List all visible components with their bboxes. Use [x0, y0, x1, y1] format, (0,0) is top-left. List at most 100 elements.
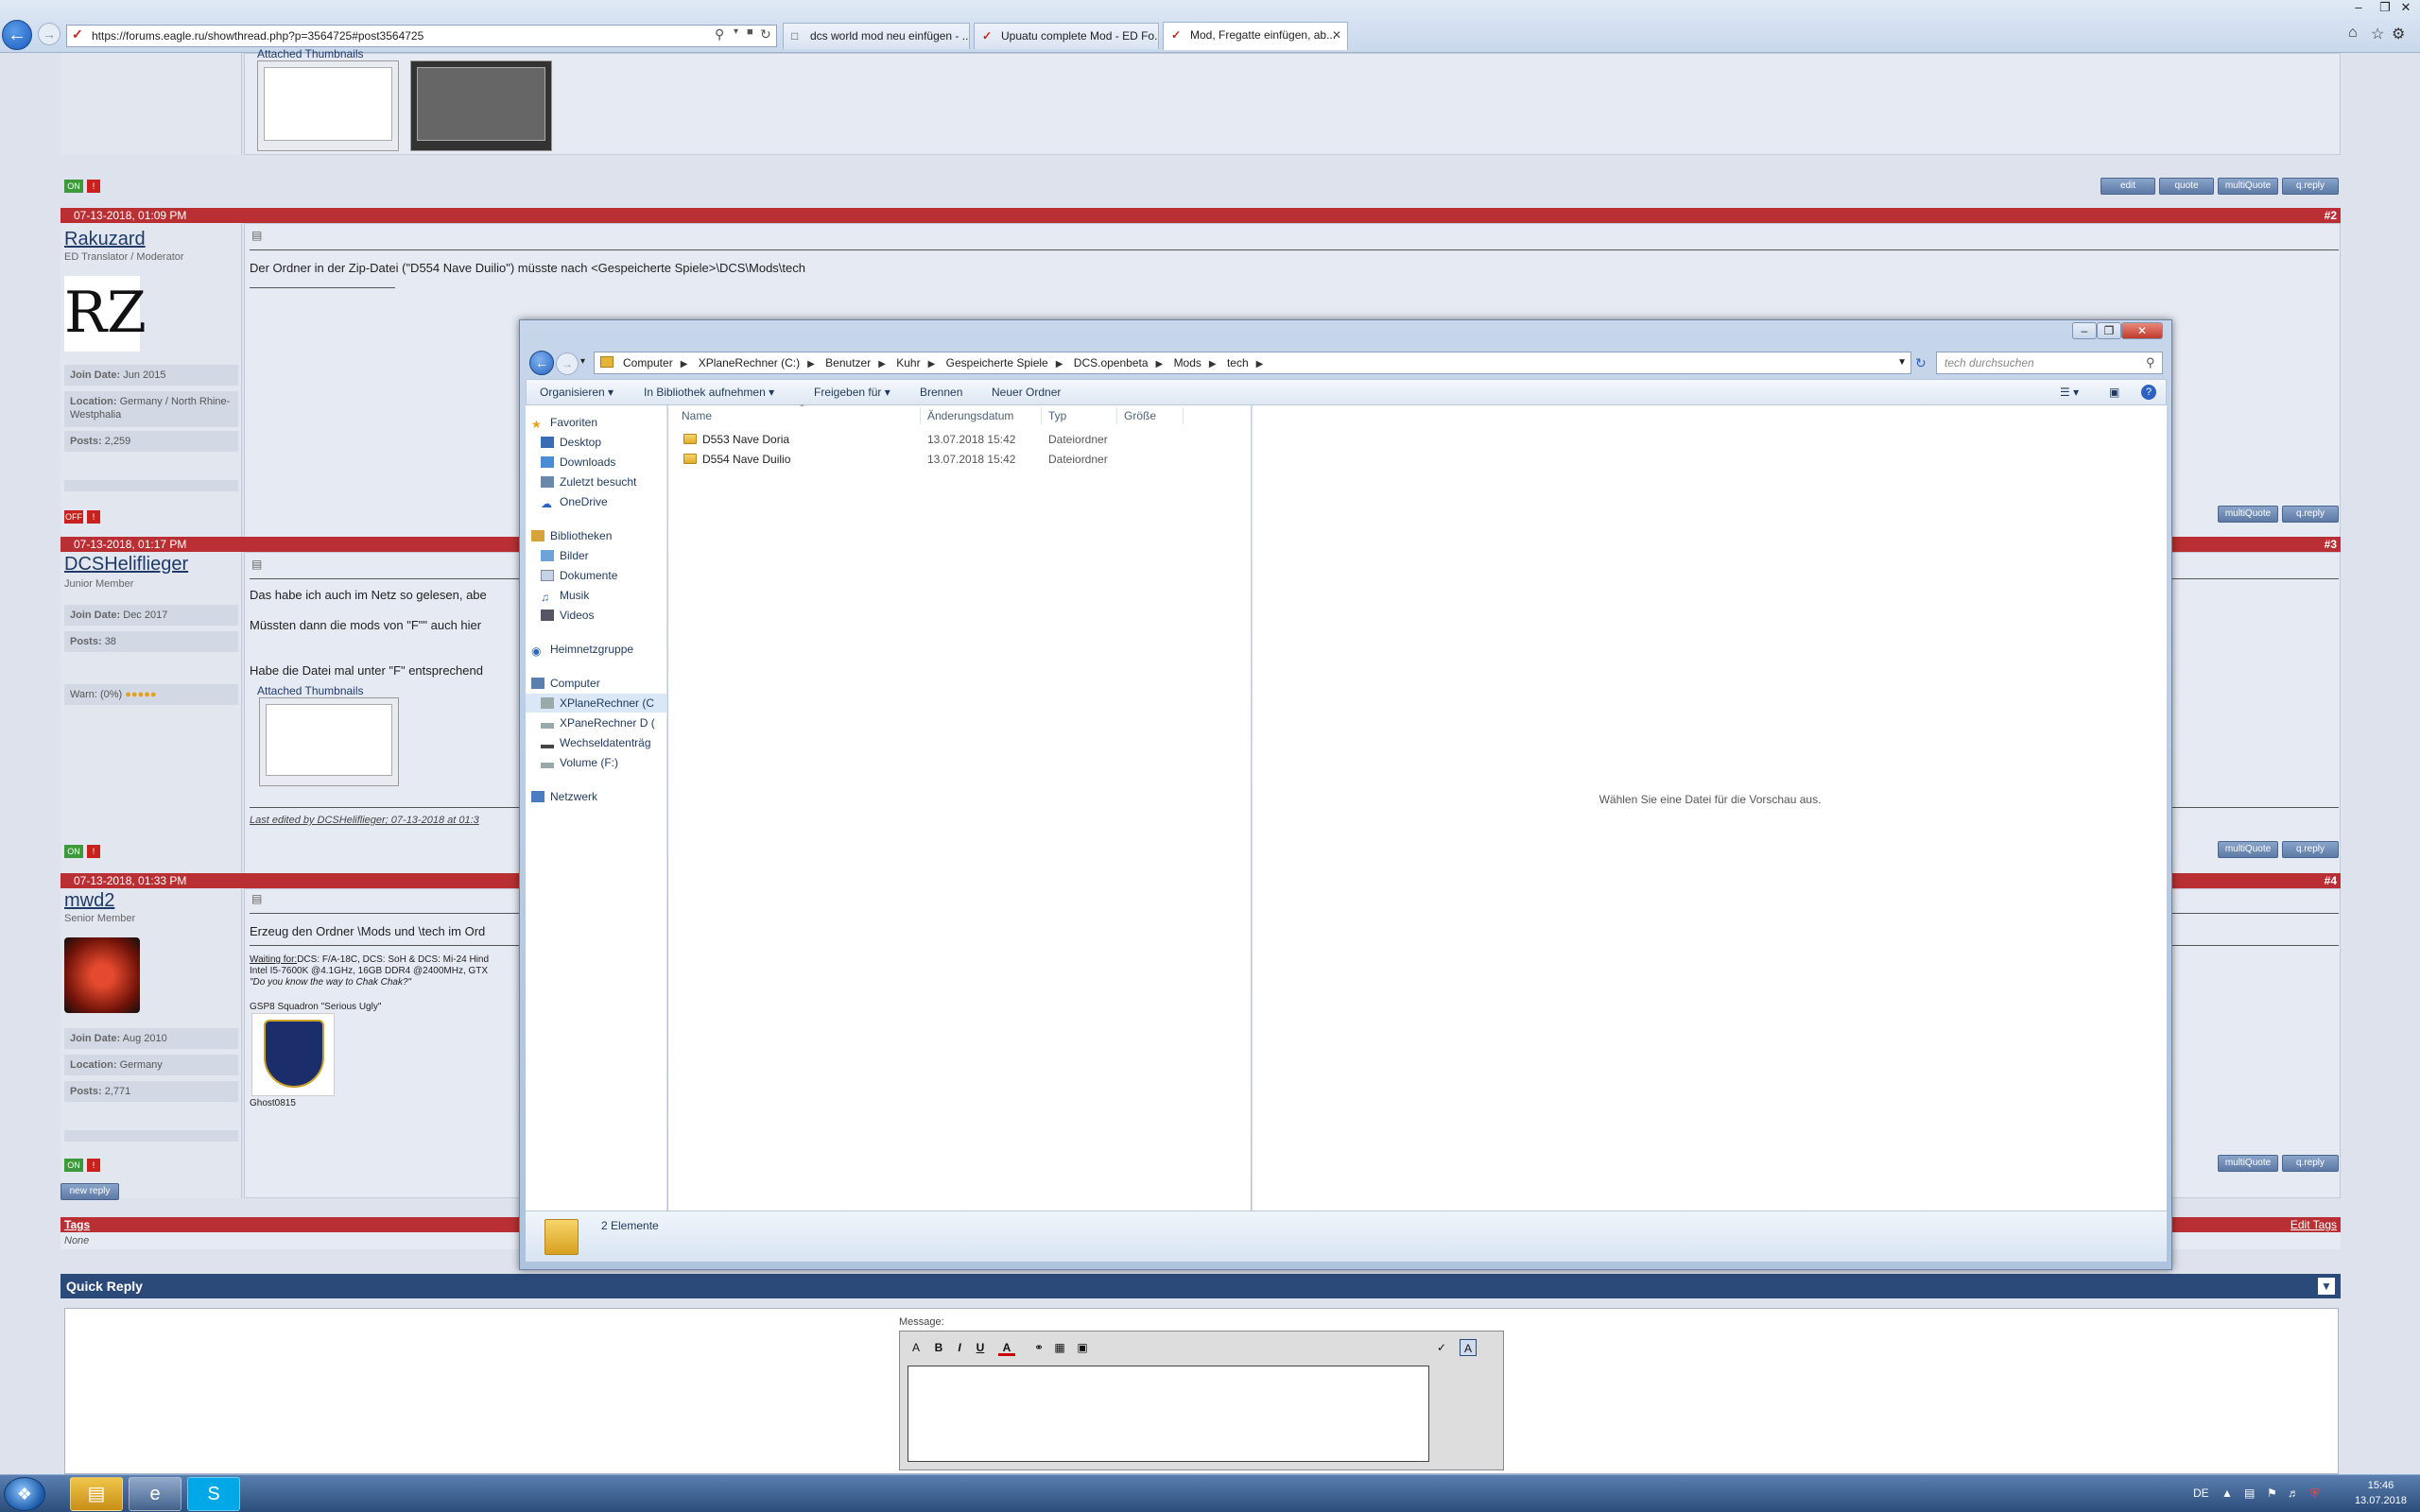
multiquote-button[interactable]: multiQuote [2218, 506, 2278, 523]
report-icon[interactable]: ! [87, 1159, 100, 1172]
preview-pane-icon[interactable]: ▣ [2109, 386, 2119, 399]
clock[interactable]: 15:46 13.07.2018 [2355, 1478, 2407, 1508]
image-icon[interactable]: ▦ [1051, 1339, 1068, 1356]
home-icon[interactable]: ⌂ [2348, 25, 2358, 42]
post-number[interactable]: #2 [2325, 208, 2337, 223]
security-shield-icon[interactable]: ⛨ [2310, 1486, 2319, 1501]
nav-music[interactable]: ♫ Musik [526, 586, 666, 605]
search-input[interactable]: tech durchsuchen [1936, 352, 2163, 374]
switch-editor-icon[interactable]: A [1460, 1339, 1477, 1356]
report-icon[interactable]: ! [87, 180, 100, 193]
column-name[interactable]: Name [682, 409, 712, 422]
column-size[interactable]: Größe [1124, 409, 1156, 422]
quick-reply-button[interactable]: q.reply [2282, 506, 2339, 523]
view-options-icon[interactable]: ☰ ▾ [2060, 386, 2079, 399]
new-folder-button[interactable]: Neuer Ordner [992, 386, 1061, 399]
minimize-icon[interactable]: – [2072, 322, 2097, 339]
favorites-star-icon[interactable]: ☆ [2371, 25, 2384, 43]
multiquote-button[interactable]: multiQuote [2218, 1155, 2278, 1172]
burn-button[interactable]: Brennen [920, 386, 962, 399]
close-icon[interactable]: ✕ [2121, 322, 2163, 339]
internet-explorer-icon[interactable]: e [129, 1477, 182, 1511]
remove-format-icon[interactable]: A [908, 1339, 925, 1356]
network-tray-icon[interactable]: ▤ [2244, 1486, 2255, 1500]
search-icon[interactable]: ⚲ [2146, 355, 2155, 370]
lock-icon[interactable]: ■ [747, 26, 753, 38]
back-button[interactable]: ← [529, 351, 554, 375]
nav-documents[interactable]: Dokumente [526, 566, 666, 585]
refresh-icon[interactable]: ↻ [1915, 355, 1927, 371]
font-color-icon[interactable]: A [998, 1339, 1015, 1356]
new-reply-button[interactable]: new reply [60, 1183, 119, 1200]
file-row[interactable]: D554 Nave Duilio 13.07.2018 15:42 Dateio… [668, 450, 1251, 469]
avatar[interactable] [64, 937, 140, 1013]
start-button[interactable]: ❖ [4, 1477, 45, 1511]
breadcrumb-item[interactable]: XPlaneRechner (C:) [699, 356, 800, 369]
edit-button[interactable]: edit [2100, 178, 2155, 195]
link-icon[interactable]: ⚭ [1030, 1339, 1047, 1356]
nav-recent[interactable]: Zuletzt besucht [526, 472, 666, 491]
nav-removable[interactable]: Wechseldatenträg [526, 733, 666, 752]
nav-onedrive[interactable]: ☁ OneDrive [526, 492, 666, 511]
breadcrumb-item[interactable]: Gespeicherte Spiele [946, 356, 1048, 369]
close-tab-icon[interactable]: ✕ [1332, 23, 1341, 47]
nav-videos[interactable]: Videos [526, 606, 666, 625]
minimize-icon[interactable]: – [2344, 0, 2373, 17]
report-icon[interactable]: ! [87, 845, 100, 858]
quick-reply-button[interactable]: q.reply [2282, 841, 2339, 858]
italic-icon[interactable]: I [951, 1339, 968, 1356]
browser-tab-1[interactable]: □ dcs world mod neu einfügen - ... [783, 23, 970, 49]
dropdown-icon[interactable]: ▾ [734, 26, 738, 37]
nav-pictures[interactable]: Bilder [526, 546, 666, 565]
nav-downloads[interactable]: Downloads [526, 453, 666, 472]
language-indicator[interactable]: DE [2193, 1486, 2209, 1500]
browser-tab-active[interactable]: ✓ Mod, Fregatte einfügen, ab... ✕ [1163, 22, 1348, 50]
username-link[interactable]: DCSHeliflieger [64, 554, 188, 576]
message-textarea[interactable] [908, 1366, 1429, 1462]
column-type[interactable]: Typ [1048, 409, 1066, 422]
nav-drive-d[interactable]: XPaneRechner D ( [526, 713, 666, 732]
skype-icon[interactable]: S [187, 1477, 240, 1511]
search-icon[interactable]: ⚲ [715, 26, 724, 43]
chevron-down-icon[interactable]: ▼ [1897, 352, 1907, 373]
breadcrumb-item[interactable]: Benutzer [825, 356, 871, 369]
refresh-icon[interactable]: ↻ [760, 26, 771, 43]
tags-link[interactable]: Tags [64, 1217, 90, 1232]
multiquote-button[interactable]: multiQuote [2218, 178, 2278, 195]
nav-computer[interactable]: Computer [526, 674, 666, 693]
nav-drive-f[interactable]: Volume (F:) [526, 753, 666, 772]
nav-homegroup[interactable]: ◉ Heimnetzgruppe [526, 640, 666, 659]
quote-button[interactable]: quote [2159, 178, 2214, 195]
breadcrumb-item[interactable]: Mods [1174, 356, 1201, 369]
username-link[interactable]: Rakuzard [64, 229, 146, 250]
quick-reply-button[interactable]: q.reply [2282, 178, 2339, 195]
close-icon[interactable]: ✕ [2392, 0, 2420, 17]
help-icon[interactable]: ? [2141, 385, 2156, 400]
breadcrumb-item[interactable]: DCS.openbeta [1074, 356, 1149, 369]
settings-gear-icon[interactable]: ⚙ [2392, 25, 2405, 43]
attachment-thumbnail[interactable] [257, 60, 399, 151]
volume-icon[interactable]: ♬ [2288, 1486, 2299, 1500]
column-date[interactable]: Änderungsdatum [927, 409, 1013, 422]
nav-libraries[interactable]: Bibliotheken [526, 526, 666, 545]
breadcrumb[interactable]: Computer ▶ XPlaneRechner (C:) ▶ Benutzer ▶ … [594, 352, 1911, 374]
quick-reply-button[interactable]: q.reply [2282, 1155, 2339, 1172]
tray-arrow-icon[interactable]: ▲ [2221, 1486, 2233, 1500]
spellcheck-icon[interactable]: ✓ [1433, 1339, 1450, 1356]
collapse-icon[interactable]: ▼ [2318, 1278, 2335, 1295]
multiquote-button[interactable]: multiQuote [2218, 841, 2278, 858]
flag-tray-icon[interactable]: ⚑ [2267, 1486, 2277, 1500]
bold-icon[interactable]: B [930, 1339, 947, 1356]
attachment-thumbnail[interactable] [410, 60, 552, 151]
nav-network[interactable]: Netzwerk [526, 787, 666, 806]
underline-icon[interactable]: U [972, 1339, 989, 1356]
forward-button[interactable]: → [556, 352, 579, 375]
back-button[interactable]: ← [2, 20, 32, 50]
username-link[interactable]: mwd2 [64, 890, 114, 912]
edit-tags-link[interactable]: Edit Tags [2290, 1217, 2337, 1232]
report-icon[interactable]: ! [87, 510, 100, 524]
avatar[interactable]: RZ [64, 276, 147, 352]
organize-menu[interactable]: Organisieren ▾ [540, 386, 614, 399]
breadcrumb-item[interactable]: Computer [623, 356, 673, 369]
attachment-thumbnail[interactable] [259, 697, 399, 786]
